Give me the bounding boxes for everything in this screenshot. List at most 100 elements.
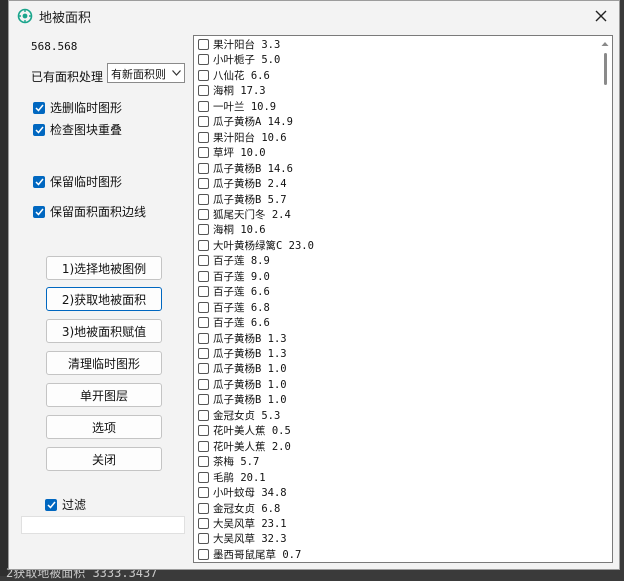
options-button[interactable]: 选项 [46,415,162,439]
list-item[interactable]: 瓜子黄杨B 5.7 [198,192,287,207]
checkbox-unchecked-icon[interactable] [198,39,209,50]
list-item[interactable]: 果汁阳台 10.6 [198,130,287,145]
list-item[interactable]: 花叶美人蕉 0.5 [198,423,291,438]
list-item[interactable]: 瓜子黄杨B 1.3 [198,331,287,346]
checkbox-keep-temp[interactable]: 保留临时图形 [33,173,122,190]
checkbox-unchecked-icon[interactable] [198,394,209,406]
checkbox-unchecked-icon[interactable] [198,224,209,236]
checkbox-unchecked-icon[interactable] [198,255,209,267]
checkbox-unchecked-icon[interactable] [198,162,209,174]
list-item[interactable]: 瓜子黄杨B 14.6 [198,161,293,176]
list-item[interactable]: 百子莲 6.8 [198,300,270,315]
checkbox-unchecked-icon[interactable] [198,456,209,468]
list-item[interactable]: 大吴风草 23.1 [198,516,287,531]
checkbox-unchecked-icon[interactable] [198,116,209,128]
checkbox-unchecked-icon[interactable] [198,517,209,529]
checkbox-unchecked-icon[interactable] [198,378,209,390]
list-item[interactable]: 海桐 17.3 [198,83,266,98]
checkbox-unchecked-icon[interactable] [198,440,209,452]
process-select[interactable]: 有新面积则 [107,63,185,83]
list-item-label: 一叶兰 10.9 [213,100,277,113]
list-item[interactable]: 墨西哥鼠尾草 0.7 [198,547,301,562]
list-item[interactable]: 瓜子黄杨B 1.0 [198,377,287,392]
checkbox-check-overlap[interactable]: 检查图块重叠 [33,121,122,138]
list-item[interactable]: 百子莲 6.6 [198,315,270,330]
checkbox-unchecked-icon[interactable] [198,286,209,298]
list-item-label: 百子莲 6.6 [213,286,270,299]
list-item[interactable]: 一叶兰 10.9 [198,99,276,114]
list-item-label: 果汁阳台 3.3 [213,39,281,51]
checkbox-delete-temp[interactable]: 选删临时图形 [33,99,122,116]
list-item[interactable]: 花叶美人蕉 2.0 [198,439,291,454]
list-item-label: 狐尾天门冬 2.4 [213,208,291,221]
list-item[interactable]: 百子莲 8.9 [198,253,270,268]
list-item[interactable]: 大吴风草 32.3 [198,531,287,546]
chevron-down-icon [168,64,184,82]
checkbox-unchecked-icon[interactable] [198,147,209,159]
list-item-label: 瓜子黄杨B 2.4 [213,178,287,191]
assign-area-button[interactable]: 3)地被面积赋值 [46,319,162,343]
title-bar: 地被面积 [9,1,619,31]
isolate-layer-button[interactable]: 单开图层 [46,383,162,407]
close-window-button[interactable] [587,3,615,29]
list-item[interactable]: 瓜子黄杨B 2.4 [198,176,287,191]
checkbox-unchecked-icon[interactable] [198,425,209,437]
checkbox-unchecked-icon[interactable] [198,239,209,251]
checkbox-unchecked-icon[interactable] [198,363,209,375]
checkbox-unchecked-icon[interactable] [198,533,209,545]
list-item[interactable]: 茶梅 5.7 [198,454,259,469]
list-item[interactable]: 金冠女贞 6.8 [198,501,280,516]
list-item-label: 草坪 10.0 [213,147,266,160]
checkbox-unchecked-icon[interactable] [198,409,209,421]
checkbox-unchecked-icon[interactable] [198,317,209,329]
get-area-button[interactable]: 2)获取地被面积 [46,287,162,311]
checkbox-unchecked-icon[interactable] [198,69,209,81]
checkbox-filter[interactable]: 过滤 [45,496,86,513]
filter-input[interactable] [21,516,185,534]
select-legend-button[interactable]: 1)选择地被图例 [46,256,162,280]
scroll-thumb[interactable] [604,53,607,85]
checkbox-unchecked-icon[interactable] [198,348,209,359]
checkbox-unchecked-icon[interactable] [198,193,209,205]
list-item[interactable]: 瓜子黄杨B 1.0 [198,392,287,407]
clear-temp-button[interactable]: 清理临时图形 [46,351,162,375]
checkbox-unchecked-icon[interactable] [198,301,209,313]
list-item[interactable]: 毛鹃 20.1 [198,470,266,485]
checkbox-unchecked-icon[interactable] [198,178,209,190]
checkbox-keep-boundary[interactable]: 保留面积面积边线 [33,203,146,220]
list-item[interactable]: 小叶蚊母 34.8 [198,485,287,500]
list-item[interactable]: 瓜子黄杨B 1.0 [198,361,287,376]
list-item[interactable]: 百子莲 9.0 [198,269,270,284]
list-item[interactable]: 金冠女贞 5.3 [198,408,280,423]
window-title: 地被面积 [39,11,92,26]
list-item[interactable]: 大叶黄杨绿篱C 23.0 [198,238,314,253]
list-item-label: 海桐 17.3 [213,85,266,98]
scrollbar[interactable] [598,36,612,562]
list-item[interactable]: 海桐 10.6 [198,222,266,237]
checkbox-unchecked-icon[interactable] [198,54,209,66]
checkbox-unchecked-icon[interactable] [198,85,209,97]
checkbox-unchecked-icon[interactable] [198,548,209,560]
checkbox-unchecked-icon[interactable] [198,471,209,483]
list-item[interactable]: 果汁阳台 3.3 [198,37,280,52]
list-item[interactable]: 百子莲 6.6 [198,284,270,299]
list-item[interactable]: 狐尾天门冬 2.4 [198,207,291,222]
scroll-up-icon[interactable] [601,40,609,48]
checkbox-unchecked-icon[interactable] [198,208,209,220]
checkbox-unchecked-icon[interactable] [198,100,209,112]
area-total-value: 568.568 [31,40,78,53]
checkbox-unchecked-icon[interactable] [198,487,209,499]
list-item[interactable]: 八仙花 6.6 [198,68,270,83]
app-icon [17,8,33,24]
list-item-label: 大叶黄杨绿篱C 23.0 [213,239,314,252]
list-item[interactable]: 小叶栀子 5.0 [198,52,280,67]
list-item[interactable]: 草坪 10.0 [198,145,266,160]
checkbox-unchecked-icon[interactable] [198,131,209,143]
checkbox-unchecked-icon[interactable] [198,332,209,344]
list-item[interactable]: 瓜子黄杨A 14.9 [198,114,293,129]
checkbox-unchecked-icon[interactable] [198,502,209,514]
plant-checklist[interactable]: 果汁阳台 3.3 小叶栀子 5.0 八仙花 6.6 海桐 17.3 一叶兰 10.9 瓜子… [193,35,613,563]
checkbox-unchecked-icon[interactable] [198,270,209,282]
list-item[interactable]: 瓜子黄杨B 1.3 [198,346,287,361]
close-button[interactable]: 关闭 [46,447,162,471]
